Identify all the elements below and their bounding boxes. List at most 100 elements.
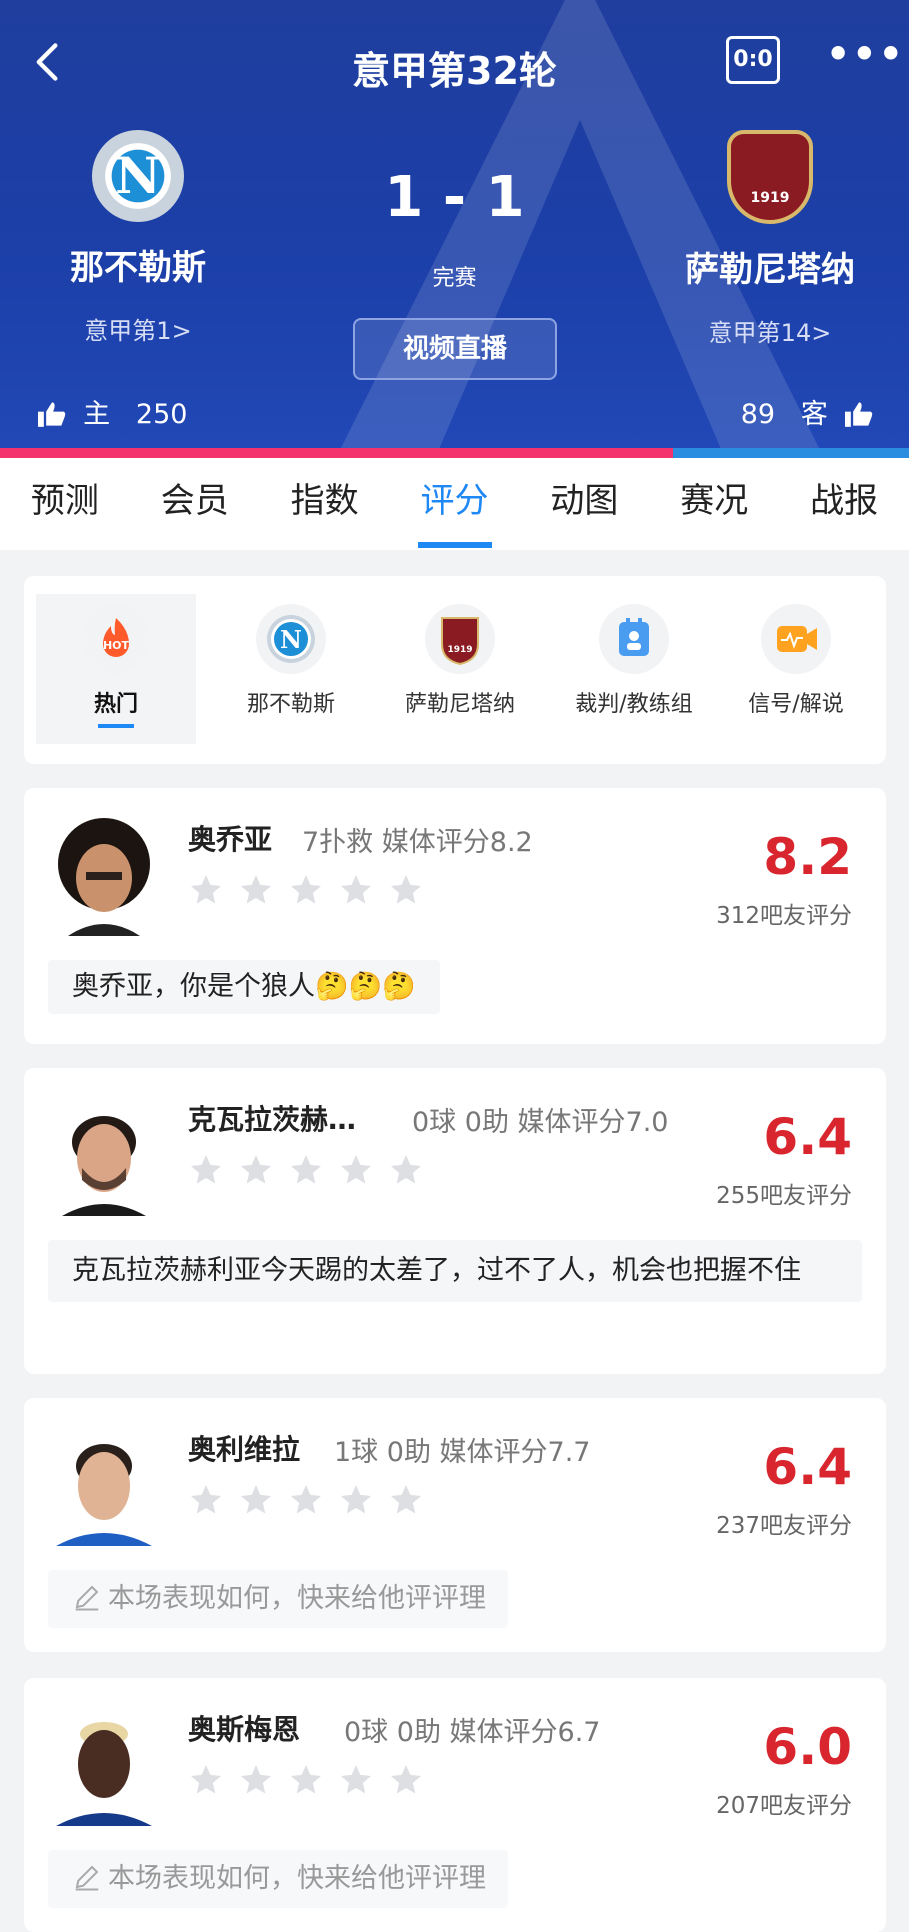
filter-label: 热门 <box>93 692 138 717</box>
player-avatar <box>48 1426 160 1546</box>
star-icon[interactable] <box>388 872 424 908</box>
filter-signal[interactable]: 信号/解说 <box>716 594 876 744</box>
star-rating-input[interactable] <box>188 872 438 912</box>
rating-filters: HOT 热门 N 那不勒斯 1919 萨勒尼塔纳 裁判/教练组 信号/解说 <box>24 576 886 764</box>
thumbs-up-icon <box>38 402 66 427</box>
star-icon[interactable] <box>388 1482 424 1518</box>
player-stats: 0球 0助 媒体评分7.0 <box>412 1107 669 1138</box>
svg-text:N: N <box>280 625 302 654</box>
star-icon[interactable] <box>338 1762 374 1798</box>
player-stats: 1球 0助 媒体评分7.7 <box>334 1437 591 1468</box>
tab-bar: 预测 会员 指数 评分 动图 赛况 战报 <box>0 458 909 550</box>
player-avatar <box>48 1706 160 1826</box>
player-stats: 7扑救 媒体评分8.2 <box>302 827 533 858</box>
star-icon[interactable] <box>338 1482 374 1518</box>
filter-hot[interactable]: HOT 热门 <box>36 594 196 744</box>
home-team[interactable]: N 那不勒斯 意甲第1> <box>28 130 248 346</box>
fan-rating: 6.4 <box>763 1108 852 1166</box>
salernitana-logo-icon: 1919 <box>727 130 813 224</box>
napoli-logo-icon: N <box>256 604 326 674</box>
player-name: 奥乔亚 <box>188 823 273 856</box>
player-stats: 0球 0助 媒体评分6.7 <box>344 1717 601 1748</box>
star-icon[interactable] <box>238 1482 274 1518</box>
star-icon[interactable] <box>338 1152 374 1188</box>
filter-label: 裁判/教练组 <box>575 692 693 717</box>
away-team-name: 萨勒尼塔纳 <box>685 250 855 290</box>
match-header: 意甲第32轮 0:0 ••• N 那不勒斯 意甲第1> 1 - 1 完赛 视频直… <box>0 0 909 448</box>
star-icon[interactable] <box>338 872 374 908</box>
filter-napoli[interactable]: N 那不勒斯 <box>211 594 371 744</box>
star-rating-input[interactable] <box>188 1152 438 1192</box>
away-support[interactable]: 89 客 <box>741 392 873 431</box>
star-icon[interactable] <box>288 872 324 908</box>
support-ratio-bar <box>0 448 909 458</box>
active-indicator <box>98 724 134 728</box>
star-icon[interactable] <box>188 1482 224 1518</box>
tab-live[interactable]: 赛况 <box>649 458 779 550</box>
star-icon[interactable] <box>288 1482 324 1518</box>
star-icon[interactable] <box>238 1152 274 1188</box>
tab-rating[interactable]: 评分 <box>390 458 520 550</box>
home-support-count: 250 <box>135 399 188 430</box>
tab-member[interactable]: 会员 <box>130 458 260 550</box>
filter-referee[interactable]: 裁判/教练组 <box>554 594 714 744</box>
fan-rating-count: 312吧友评分 <box>716 903 852 929</box>
hot-icon: HOT <box>81 604 151 674</box>
away-team-rank[interactable]: 意甲第14> <box>660 313 880 348</box>
player-name: 克瓦拉茨赫… <box>188 1103 357 1136</box>
fan-rating-count: 255吧友评分 <box>716 1183 852 1209</box>
home-support-label: 主 <box>83 399 111 430</box>
comment-prompt-text: 本场表现如何，快来给他评评理 <box>108 1583 486 1614</box>
tab-report[interactable]: 战报 <box>779 458 909 550</box>
player-card[interactable]: 奥乔亚 7扑救 媒体评分8.2 8.2 312吧友评分 奥乔亚，你是个狼人🤔🤔🤔 <box>24 788 886 1044</box>
comment-prompt[interactable]: 本场表现如何，快来给他评评理 <box>48 1850 508 1908</box>
top-comment[interactable]: 奥乔亚，你是个狼人🤔🤔🤔 <box>48 960 440 1014</box>
referee-icon <box>599 604 669 674</box>
video-live-button[interactable]: 视频直播 <box>353 318 557 380</box>
scoreboard-icon[interactable]: 0:0 <box>726 36 780 84</box>
tab-gif[interactable]: 动图 <box>519 458 649 550</box>
star-icon[interactable] <box>288 1762 324 1798</box>
star-icon[interactable] <box>388 1762 424 1798</box>
star-icon[interactable] <box>188 1152 224 1188</box>
star-icon[interactable] <box>238 872 274 908</box>
away-support-count: 89 <box>740 399 776 430</box>
signal-icon <box>761 604 831 674</box>
home-support[interactable]: 主 250 <box>38 392 187 431</box>
svg-text:HOT: HOT <box>103 639 130 652</box>
star-icon[interactable] <box>388 1152 424 1188</box>
home-team-rank[interactable]: 意甲第1> <box>28 311 248 346</box>
pencil-icon <box>75 1865 99 1891</box>
fan-rating-count: 207吧友评分 <box>716 1793 852 1819</box>
player-card[interactable]: 奥利维拉 1球 0助 媒体评分7.7 6.4 237吧友评分 本场表现如何，快来… <box>24 1398 886 1652</box>
comment-prompt-text: 本场表现如何，快来给他评评理 <box>108 1863 486 1894</box>
star-rating-input[interactable] <box>188 1762 438 1802</box>
player-avatar <box>48 1096 160 1216</box>
away-support-label: 客 <box>800 399 828 430</box>
pencil-icon <box>75 1585 99 1611</box>
star-icon[interactable] <box>188 872 224 908</box>
player-avatar <box>48 816 160 936</box>
player-card[interactable]: 克瓦拉茨赫… 0球 0助 媒体评分7.0 6.4 255吧友评分 克瓦拉茨赫利亚… <box>24 1068 886 1374</box>
fan-rating: 6.4 <box>763 1438 852 1496</box>
salernitana-logo-icon: 1919 <box>425 604 495 674</box>
star-icon[interactable] <box>188 1762 224 1798</box>
away-team[interactable]: 1919 萨勒尼塔纳 意甲第14> <box>660 130 880 348</box>
comment-prompt[interactable]: 本场表现如何，快来给他评评理 <box>48 1570 508 1628</box>
player-card[interactable]: 奥斯梅恩 0球 0助 媒体评分6.7 6.0 207吧友评分 本场表现如何，快来… <box>24 1678 886 1932</box>
filter-label: 那不勒斯 <box>246 692 335 717</box>
tab-prediction[interactable]: 预测 <box>0 458 130 550</box>
player-name: 奥斯梅恩 <box>188 1713 301 1746</box>
thumbs-up-icon <box>845 402 873 427</box>
svg-text:1919: 1919 <box>447 645 472 655</box>
more-icon[interactable]: ••• <box>826 32 905 76</box>
star-rating-input[interactable] <box>188 1482 438 1522</box>
top-comment[interactable]: 克瓦拉茨赫利亚今天踢的太差了，过不了人，机会也把握不住 <box>48 1240 862 1302</box>
fan-rating: 8.2 <box>763 828 852 886</box>
tab-index[interactable]: 指数 <box>260 458 390 550</box>
star-icon[interactable] <box>288 1152 324 1188</box>
filter-salernitana[interactable]: 1919 萨勒尼塔纳 <box>380 594 540 744</box>
star-icon[interactable] <box>238 1762 274 1798</box>
fan-rating: 6.0 <box>763 1718 852 1776</box>
filter-label: 萨勒尼塔纳 <box>404 692 515 717</box>
